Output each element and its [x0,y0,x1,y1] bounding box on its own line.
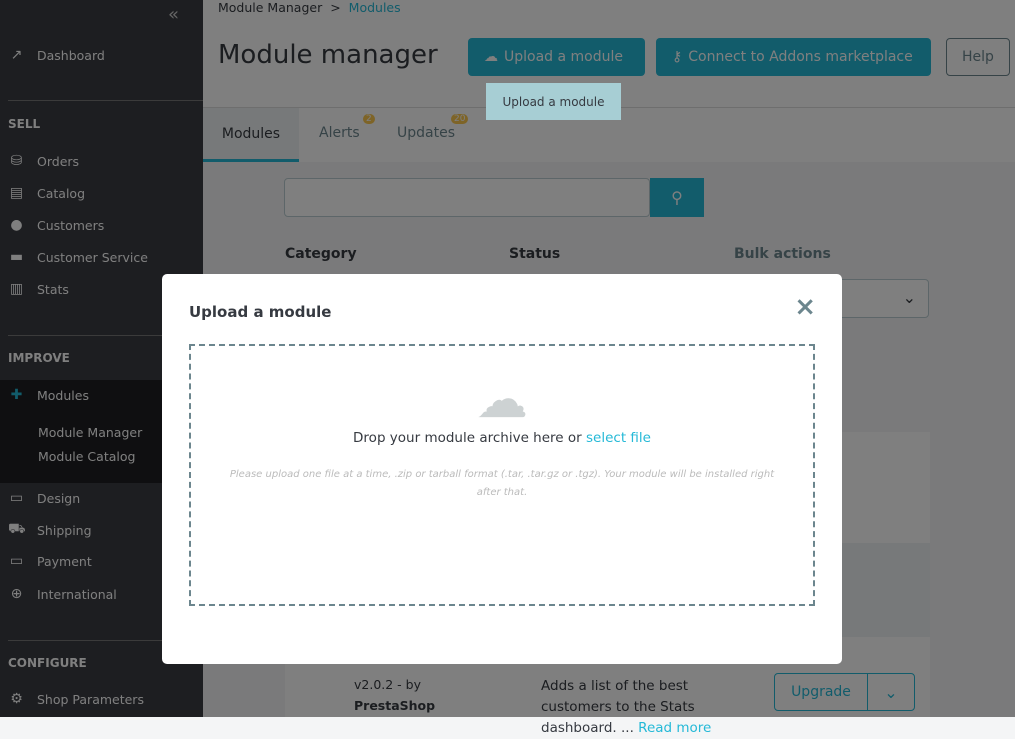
read-more-link[interactable]: Read more [638,720,711,736]
cloud-upload-icon: ☁ [476,370,528,430]
drop-instructions: Drop your module archive here or select … [191,430,813,446]
dropzone[interactable]: ☁ Drop your module archive here or selec… [189,344,815,606]
drop-text: Drop your module archive here or [353,430,582,446]
close-icon[interactable]: × [794,292,816,322]
select-file-link[interactable]: select file [586,430,651,446]
modal-title: Upload a module [189,303,332,321]
upload-module-modal: Upload a module × ☁ Drop your module arc… [162,274,842,664]
upload-hint: Please upload one file at a time, .zip o… [229,469,775,498]
tooltip: Upload a module [486,83,621,120]
